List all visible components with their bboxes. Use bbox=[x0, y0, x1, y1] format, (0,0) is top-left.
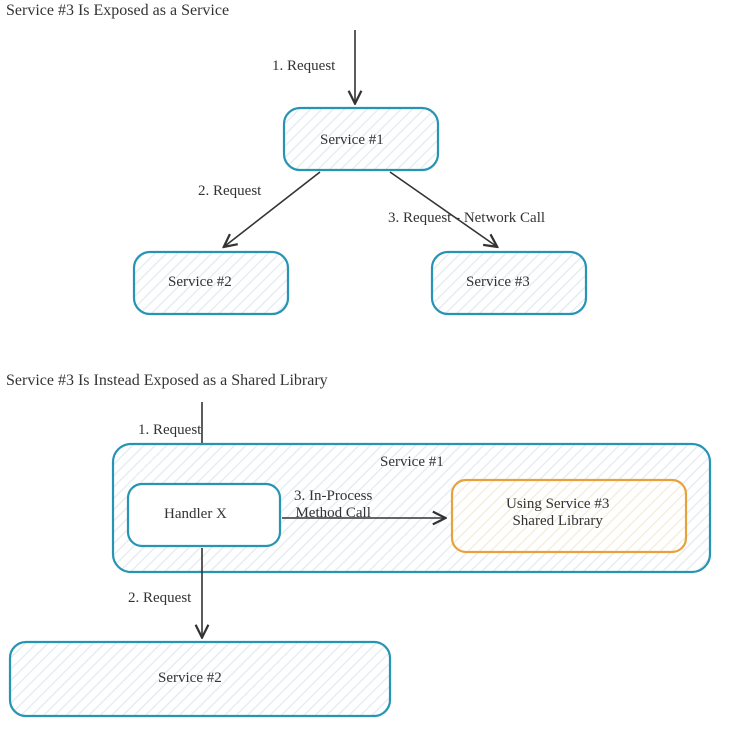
s2-req2-label: 2. Request bbox=[128, 590, 191, 607]
s1-box3-label: Service #3 bbox=[466, 274, 530, 291]
section2-title: Service #3 Is Instead Exposed as a Share… bbox=[6, 372, 328, 390]
s1-req2-label: 2. Request bbox=[198, 183, 261, 200]
s2-handler-label: Handler X bbox=[164, 506, 227, 523]
s1-box1-label: Service #1 bbox=[320, 132, 384, 149]
s2-box2-label: Service #2 bbox=[158, 670, 222, 687]
s2-outer-label: Service #1 bbox=[380, 454, 444, 471]
s2-call3-label: 3. In-Process Method Call bbox=[294, 488, 372, 522]
s2-lib-label: Using Service #3 Shared Library bbox=[506, 496, 609, 530]
diagram-canvas bbox=[0, 0, 734, 739]
arrow-req3 bbox=[390, 172, 496, 246]
s1-req1-label: 1. Request bbox=[272, 58, 335, 75]
s2-req1-label: 1. Request bbox=[138, 422, 201, 439]
s1-req3-label: 3. Request - Network Call bbox=[388, 210, 545, 227]
s1-box2-label: Service #2 bbox=[168, 274, 232, 291]
